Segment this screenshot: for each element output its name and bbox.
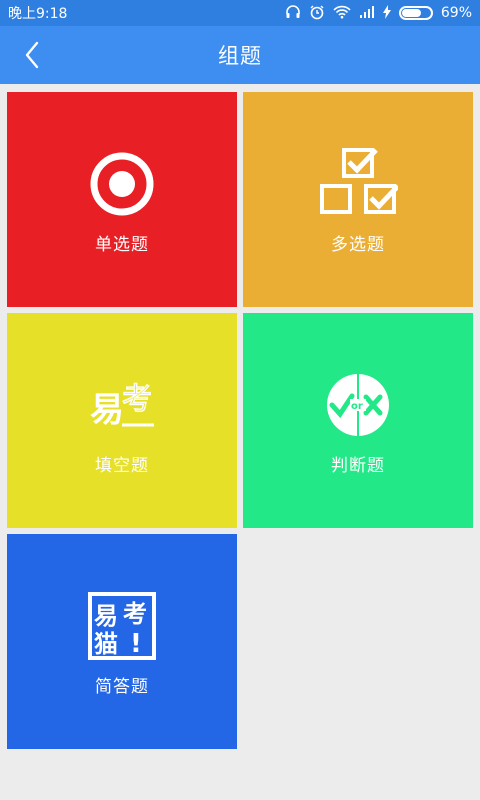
battery-icon [398, 6, 433, 20]
tile-multiple-choice[interactable]: 多选题 [243, 92, 473, 307]
battery-percent: 69% [440, 5, 472, 21]
svg-text:!: ! [130, 629, 142, 659]
short-answer-icon: 易 考 猫 ! [88, 592, 156, 660]
tile-fill-in-blank[interactable]: 易 考 填空题 [7, 313, 237, 528]
wifi-icon [333, 5, 351, 22]
status-time: 晚上9:18 [8, 6, 68, 22]
charging-icon [382, 4, 391, 22]
signal-icon [359, 5, 375, 22]
tile-label: 判断题 [331, 456, 385, 476]
tile-true-false[interactable]: or 判断题 [243, 313, 473, 528]
status-bar: 晚上9:18 69% [0, 0, 480, 26]
headphones-icon [285, 4, 301, 23]
svg-text:易: 易 [94, 602, 118, 630]
svg-text:易: 易 [90, 390, 124, 430]
svg-text:or: or [351, 401, 363, 412]
checkboxes-icon [320, 148, 398, 214]
tile-label: 单选题 [95, 235, 149, 255]
tile-label: 多选题 [331, 235, 385, 255]
app-bar: 组题 [0, 26, 480, 84]
svg-text:考: 考 [122, 382, 152, 417]
tile-label: 简答题 [95, 677, 149, 697]
radio-button-icon [90, 152, 154, 216]
page-title: 组题 [218, 44, 262, 68]
fill-blank-icon: 易 考 [90, 381, 154, 430]
tile-short-answer[interactable]: 易 考 猫 ! 简答题 [7, 534, 237, 749]
true-or-false-icon: or [327, 374, 389, 436]
status-icons: 69% [285, 4, 472, 23]
alarm-icon [309, 4, 325, 23]
tile-label: 填空题 [95, 456, 149, 476]
tile-single-choice[interactable]: 单选题 [7, 92, 237, 307]
svg-text:猫: 猫 [94, 630, 118, 658]
svg-text:考: 考 [123, 600, 147, 628]
battery-level [401, 9, 421, 17]
